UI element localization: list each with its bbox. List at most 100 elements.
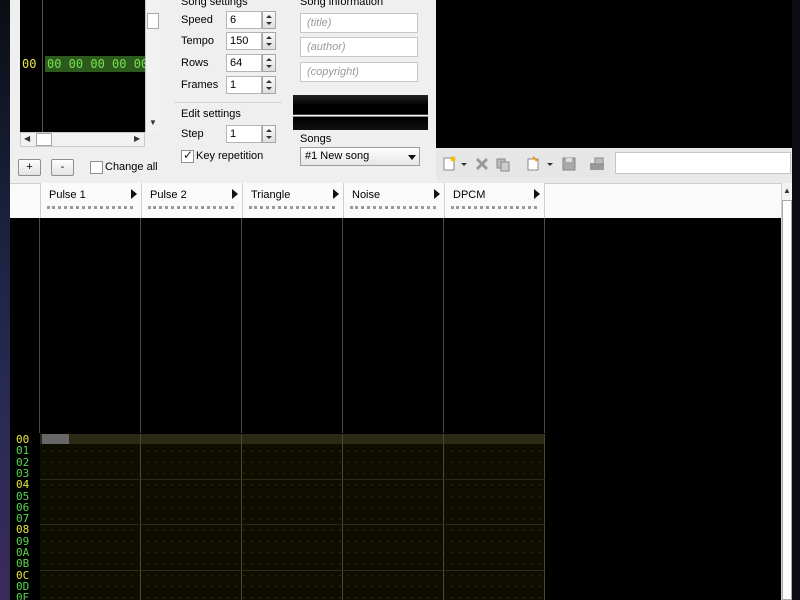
edit-settings-title: Edit settings bbox=[181, 108, 241, 120]
spin-up-icon[interactable] bbox=[266, 129, 272, 132]
song-copyright-field[interactable]: (copyright) bbox=[300, 62, 418, 82]
channel-separator bbox=[544, 434, 545, 600]
channel-expand-arrow-icon[interactable] bbox=[434, 189, 440, 199]
frames-spinner[interactable] bbox=[262, 76, 276, 94]
step-input[interactable]: 1 bbox=[226, 125, 262, 143]
checkmark-icon: ✓ bbox=[183, 148, 194, 162]
spin-down-icon[interactable] bbox=[266, 22, 272, 25]
frame-list-horizontal-scroll-thumb[interactable] bbox=[36, 133, 52, 146]
frame-row-number: 00 bbox=[22, 57, 37, 71]
change-all-checkbox[interactable] bbox=[90, 161, 103, 174]
channel-separator bbox=[544, 218, 545, 433]
spin-up-icon[interactable] bbox=[266, 58, 272, 61]
song-title-field[interactable]: (title) bbox=[300, 13, 418, 33]
scroll-left-arrow-icon[interactable]: ◀ bbox=[24, 134, 30, 144]
song-information-title: Song information bbox=[300, 0, 384, 8]
channel-volume-dots bbox=[47, 206, 133, 210]
speed-label: Speed bbox=[181, 14, 213, 26]
songs-label: Songs bbox=[300, 133, 332, 145]
spin-down-icon[interactable] bbox=[266, 136, 272, 139]
channel-expand-arrow-icon[interactable] bbox=[333, 189, 339, 199]
channel-header-pulse-2[interactable]: Pulse 2 bbox=[141, 183, 242, 218]
remove-instrument-icon[interactable] bbox=[474, 156, 490, 172]
speed-input[interactable]: 6 bbox=[226, 11, 262, 29]
tempo-spinner[interactable] bbox=[262, 32, 276, 50]
pattern-row-number: 08 bbox=[16, 523, 30, 537]
frames-input[interactable]: 1 bbox=[226, 76, 262, 94]
channel-separator bbox=[443, 434, 444, 600]
channel-header-dpcm[interactable]: DPCM bbox=[444, 183, 545, 218]
channel-separator bbox=[241, 218, 242, 433]
channel-name: Pulse 1 bbox=[49, 189, 86, 201]
current-row-highlight bbox=[40, 434, 545, 444]
save-instrument-icon[interactable] bbox=[561, 156, 577, 172]
spin-down-icon[interactable] bbox=[266, 87, 272, 90]
channel-expand-arrow-icon[interactable] bbox=[131, 189, 137, 199]
channel-name: Pulse 2 bbox=[150, 189, 187, 201]
window-right-border bbox=[792, 0, 800, 600]
channel-header-noise[interactable]: Noise bbox=[343, 183, 444, 218]
dropdown-arrow-icon[interactable] bbox=[408, 155, 416, 160]
channel-header-triangle[interactable]: Triangle bbox=[242, 183, 343, 218]
scroll-down-arrow-icon[interactable]: ▼ bbox=[149, 118, 157, 128]
speed-spinner[interactable] bbox=[262, 11, 276, 29]
spin-up-icon[interactable] bbox=[266, 80, 272, 83]
spin-down-icon[interactable] bbox=[266, 65, 272, 68]
spin-down-icon[interactable] bbox=[266, 43, 272, 46]
scroll-up-arrow-icon[interactable]: ▲ bbox=[783, 186, 791, 196]
song-author-field[interactable]: (author) bbox=[300, 37, 418, 57]
channel-separator bbox=[342, 434, 343, 600]
pattern-row-number: 0E bbox=[16, 591, 30, 600]
channel-expand-arrow-icon[interactable] bbox=[232, 189, 238, 199]
tempo-input[interactable]: 150 bbox=[226, 32, 262, 50]
pattern-vertical-scroll-thumb[interactable] bbox=[782, 200, 792, 600]
pattern-cursor bbox=[42, 434, 69, 444]
channel-name: Triangle bbox=[251, 189, 291, 201]
songs-dropdown[interactable]: #1 New song bbox=[300, 147, 420, 166]
frame-row-values[interactable]: 00 00 00 00 00 bbox=[47, 57, 148, 71]
spin-up-icon[interactable] bbox=[266, 15, 272, 18]
remove-frame-button[interactable]: - bbox=[51, 159, 74, 176]
pattern-row-number: 0B bbox=[16, 557, 30, 571]
edit-instrument-icon[interactable] bbox=[589, 156, 605, 172]
instrument-list[interactable] bbox=[436, 0, 792, 148]
frames-label: Frames bbox=[181, 79, 219, 91]
beat-separator bbox=[40, 524, 545, 526]
new-instrument-icon[interactable] bbox=[441, 156, 457, 172]
add-instrument-dropdown-icon[interactable] bbox=[460, 156, 468, 172]
rows-input[interactable]: 64 bbox=[226, 54, 262, 72]
channel-name: Noise bbox=[352, 189, 381, 201]
window-left-border bbox=[0, 0, 10, 600]
key-repetition-label: Key repetition bbox=[196, 150, 264, 162]
channel-separator bbox=[39, 218, 40, 433]
spin-up-icon[interactable] bbox=[266, 36, 272, 39]
instrument-name-field[interactable] bbox=[615, 152, 791, 174]
channel-expand-arrow-icon[interactable] bbox=[534, 189, 540, 199]
channel-separator bbox=[140, 434, 141, 600]
channel-volume-dots bbox=[451, 206, 537, 210]
channel-separator bbox=[443, 218, 444, 433]
change-all-label: Change all bbox=[105, 161, 158, 173]
volume-meter-display bbox=[293, 95, 428, 130]
step-label: Step bbox=[181, 128, 204, 140]
tempo-label: Tempo bbox=[181, 35, 215, 47]
channel-separator bbox=[140, 218, 141, 433]
frame-list-vertical-scroll-thumb[interactable] bbox=[147, 13, 159, 29]
channel-header-pulse-1[interactable]: Pulse 1 bbox=[40, 183, 141, 218]
rows-label: Rows bbox=[181, 57, 209, 69]
key-repetition-checkbox[interactable]: ✓ bbox=[181, 148, 194, 163]
load-instrument-dropdown-icon[interactable] bbox=[546, 156, 554, 172]
scroll-right-arrow-icon[interactable]: ▶ bbox=[134, 134, 140, 144]
channel-volume-dots bbox=[249, 206, 335, 210]
rows-spinner[interactable] bbox=[262, 54, 276, 72]
channel-volume-dots bbox=[148, 206, 234, 210]
step-spinner[interactable] bbox=[262, 125, 276, 143]
add-frame-button[interactable]: + bbox=[18, 159, 41, 176]
channel-volume-dots bbox=[350, 206, 436, 210]
song-settings-title: Song settings bbox=[181, 0, 248, 8]
clone-instrument-icon[interactable] bbox=[495, 156, 511, 172]
pattern-row-number: 04 bbox=[16, 478, 30, 492]
load-instrument-icon[interactable] bbox=[525, 156, 541, 172]
pattern-rows-grid[interactable] bbox=[40, 434, 545, 600]
beat-separator bbox=[40, 569, 545, 571]
